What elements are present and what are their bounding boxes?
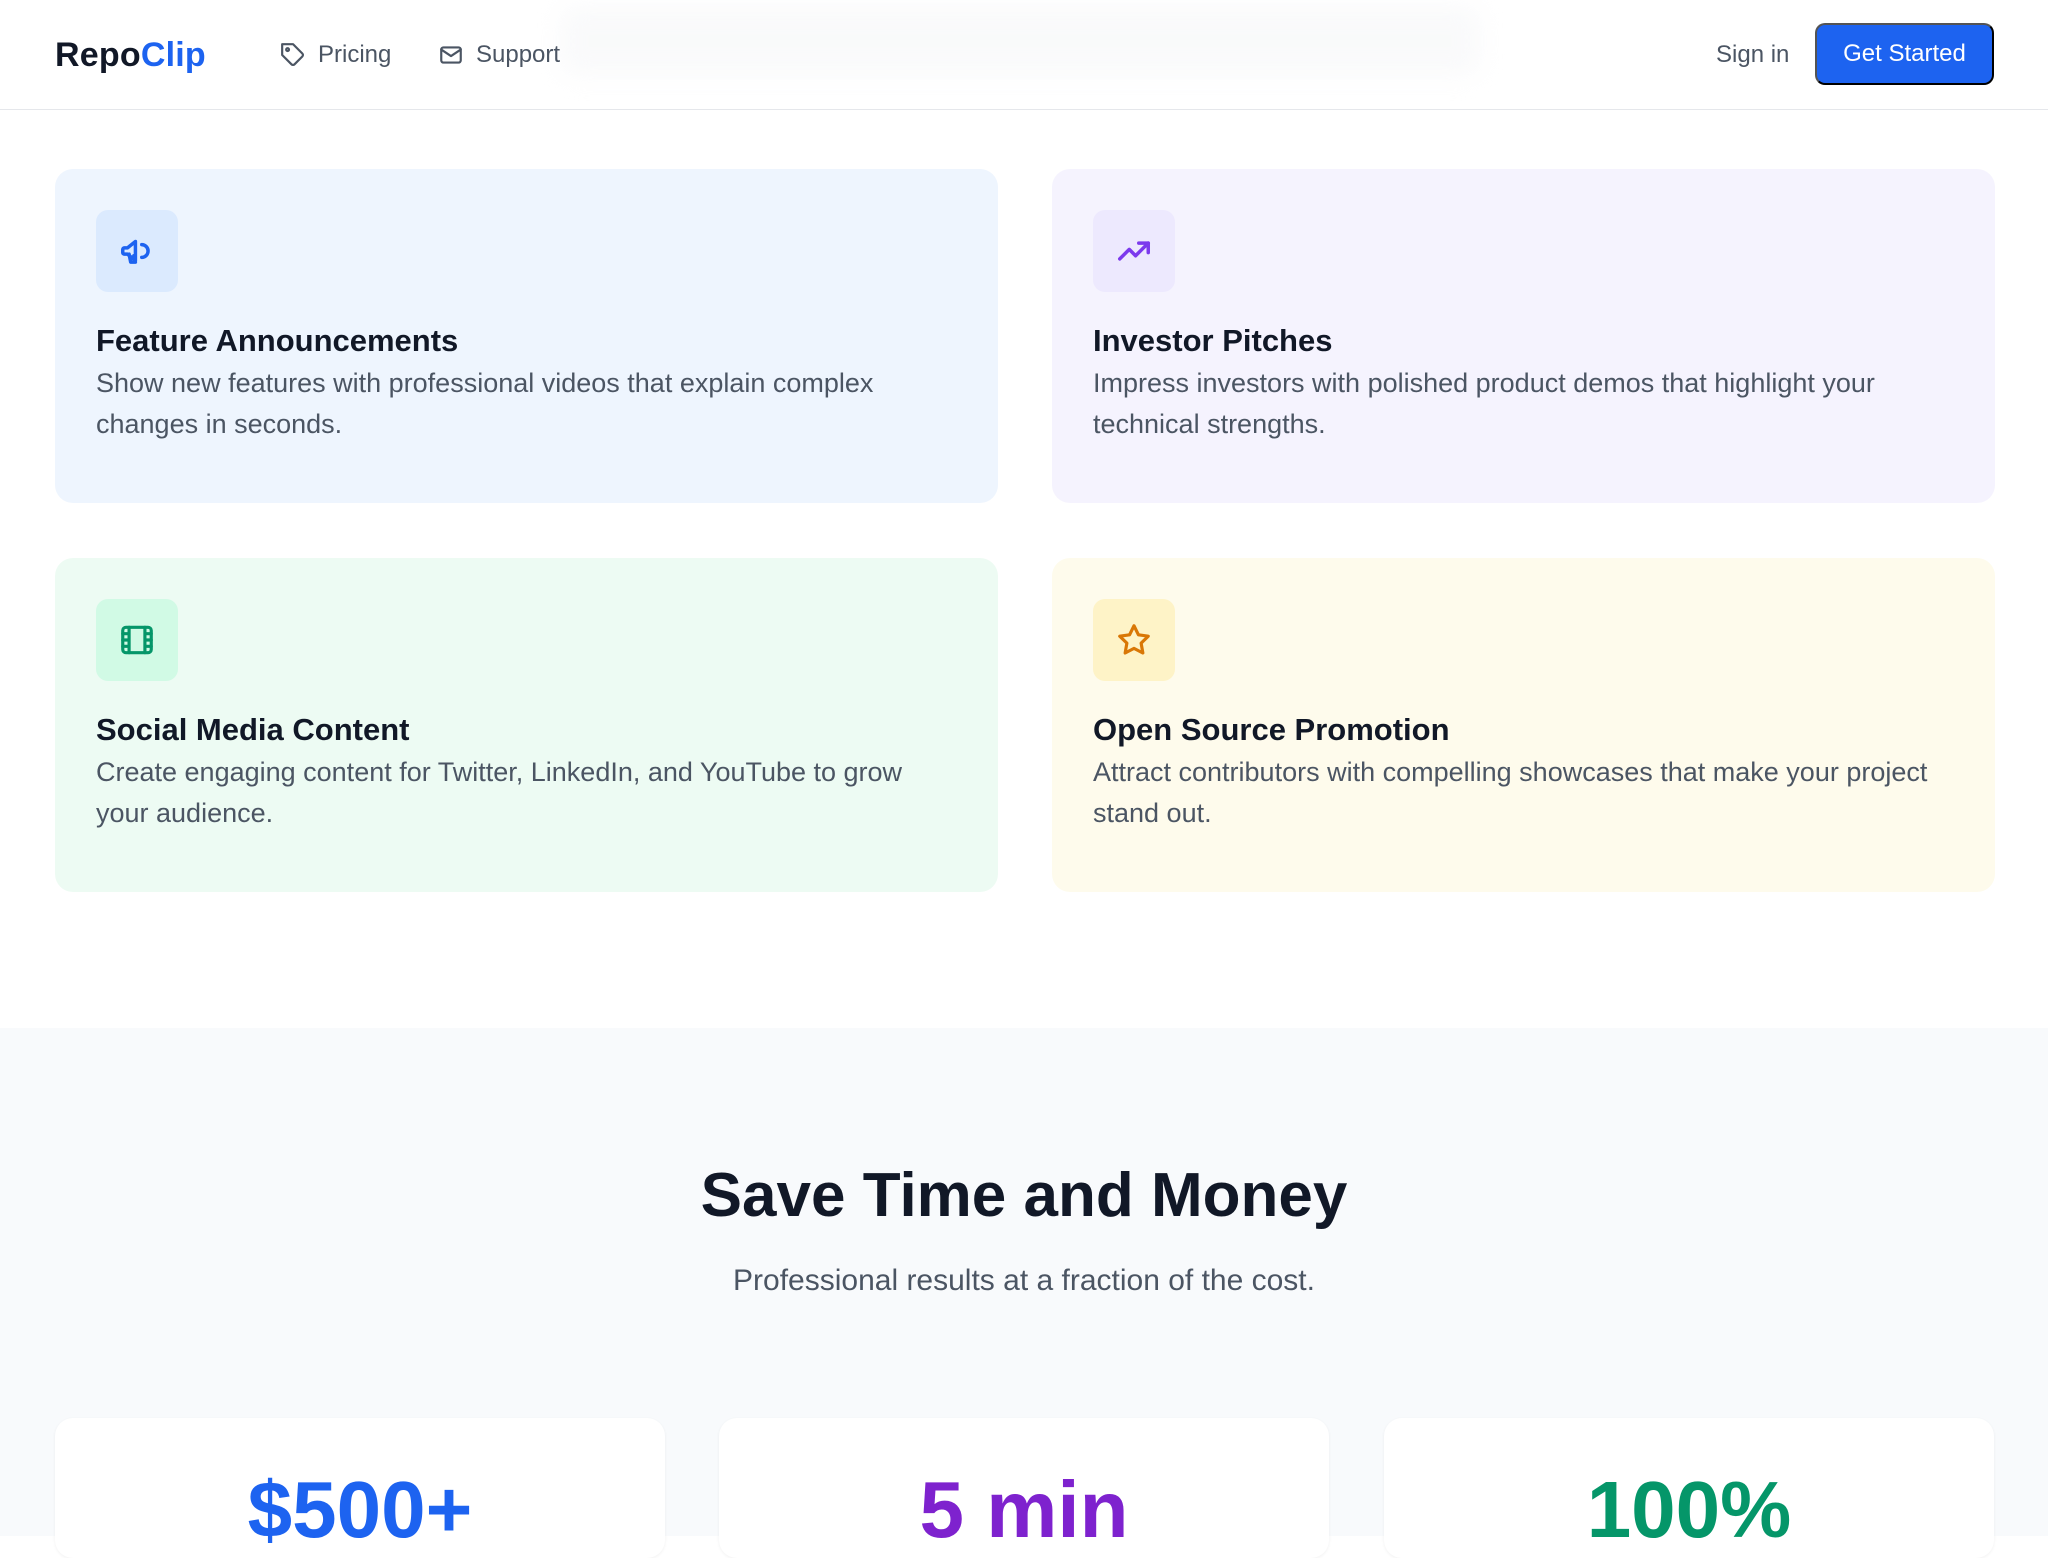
- stat-card-savings: $500+: [55, 1418, 665, 1558]
- nav-pricing-link[interactable]: Pricing: [280, 38, 391, 72]
- card-description: Attract contributors with compelling sho…: [1093, 757, 1928, 828]
- card-description: Show new features with professional vide…: [96, 368, 874, 439]
- trending-up-icon: [1118, 241, 1150, 261]
- sign-in-link[interactable]: Sign in: [1716, 38, 1789, 72]
- section-title: Save Time and Money: [700, 1161, 1348, 1230]
- card-open-source-promotion: Open Source Promotion Attract contributo…: [1052, 558, 1995, 892]
- card-icon-box: [1093, 210, 1175, 292]
- nav-pricing-label: Pricing: [318, 41, 392, 68]
- card-title: Social Media Content: [96, 712, 410, 747]
- card-icon-box: [1093, 599, 1175, 681]
- card-title: Open Source Promotion: [1093, 712, 1450, 747]
- card-icon-box: [96, 210, 178, 292]
- card-description: Create engaging content for Twitter, Lin…: [96, 757, 903, 828]
- nav-support-link[interactable]: Support: [438, 38, 560, 72]
- card-title: Investor Pitches: [1093, 323, 1333, 358]
- stat-value: 5 min: [919, 1465, 1129, 1554]
- card-description: Impress investors with polished product …: [1093, 368, 1875, 439]
- header-blur-decoration: [560, 6, 1480, 76]
- card-social-media-content: Social Media Content Create engaging con…: [55, 558, 998, 892]
- stat-card-quality: 100%: [1384, 1418, 1994, 1558]
- stat-value: 100%: [1586, 1465, 1792, 1554]
- top-navbar: RepoClip Pricing Support Sign in Get Sta…: [0, 0, 2048, 110]
- card-icon-box: [96, 599, 178, 681]
- logo-text-clip: Clip: [140, 36, 206, 74]
- card-title: Feature Announcements: [96, 323, 459, 358]
- card-feature-announcements: Feature Announcements Show new features …: [55, 169, 998, 503]
- stat-card-time: 5 min: [719, 1418, 1329, 1558]
- get-started-button[interactable]: Get Started: [1815, 23, 1994, 85]
- tag-icon: [281, 43, 304, 66]
- star-icon: [1118, 624, 1150, 655]
- logo-text-repo: Repo: [55, 36, 141, 74]
- mail-icon: [440, 46, 462, 64]
- section-subtitle: Professional results at a fraction of th…: [733, 1264, 1315, 1297]
- film-icon: [121, 625, 153, 655]
- logo[interactable]: RepoClip: [55, 36, 206, 75]
- stat-value: $500+: [247, 1465, 473, 1554]
- nav-support-label: Support: [476, 41, 561, 68]
- card-investor-pitches: Investor Pitches Impress investors with …: [1052, 169, 1995, 503]
- megaphone-icon: [121, 239, 150, 264]
